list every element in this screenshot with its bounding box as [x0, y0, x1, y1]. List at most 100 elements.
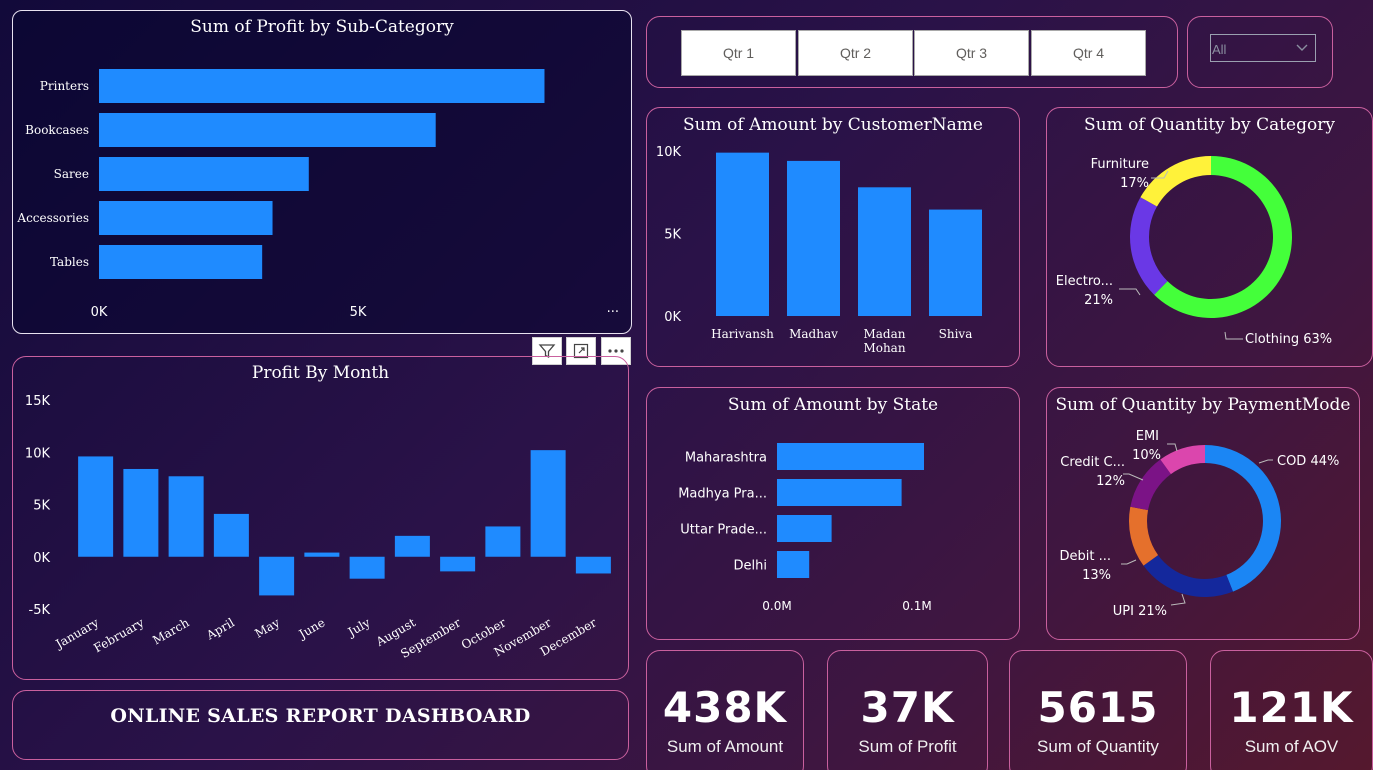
kpi-label: Sum of Amount	[666, 737, 784, 756]
leader-line	[1170, 593, 1186, 606]
category-label: Saree	[54, 167, 89, 181]
slice-label-cod: COD 44%	[1277, 454, 1339, 469]
leader-line	[1167, 443, 1178, 452]
y-tick-label: 0K	[33, 551, 50, 566]
slice-label-upi: UPI 21%	[1113, 604, 1167, 619]
customer-label: Madhav	[789, 327, 838, 341]
bar-harivansh	[716, 152, 769, 316]
profit-by-month-chart: JanuaryFebruary March April May June July Augu…	[25, 394, 611, 661]
bar-delhi	[777, 551, 810, 578]
slice-name-debit: Debit ...	[1060, 549, 1112, 564]
bar-shiva	[929, 209, 982, 316]
category-label: Bookcases	[25, 123, 89, 137]
slicer-qtr-4[interactable]: Qtr 4	[1031, 30, 1146, 76]
bar-bookcases	[99, 113, 436, 147]
customer-label: Shiva	[939, 327, 973, 341]
month-label: May	[252, 615, 282, 640]
bar-june	[304, 552, 340, 557]
slice-label-emi: 10%	[1132, 448, 1161, 463]
donut-slice-debit	[1129, 506, 1159, 566]
x-tick-label: 0.1M	[902, 599, 931, 613]
leader-line	[1123, 473, 1144, 481]
month-label: February	[91, 615, 146, 655]
donut-slice-credit-c	[1130, 459, 1171, 511]
slicer-qtr-3[interactable]: Qtr 3	[914, 30, 1029, 76]
y-tick-label: 5K	[33, 499, 50, 514]
profit-by-month-panel[interactable]: Profit By Month January February March Apri…	[12, 356, 629, 680]
bar-december	[575, 556, 611, 574]
state-label: Delhi	[734, 559, 767, 574]
bar-november	[530, 450, 566, 557]
state-bar-chart: Maharashtra Madhya Pra... Uttar Prade... De…	[678, 443, 932, 613]
y-tick-label: 10K	[25, 446, 51, 461]
month-label: March	[150, 615, 192, 647]
kpi-value: 5615	[1037, 683, 1159, 732]
quantity-by-category-panel[interactable]: Sum of Quantity by Category Clothing 63%…	[1046, 107, 1373, 367]
customer-label: Harivansh	[711, 327, 774, 341]
leader-line	[1121, 559, 1137, 565]
kpi-label: Sum of Quantity	[1037, 737, 1159, 756]
kpi-card-amount: 438K Sum of Amount	[646, 650, 804, 770]
state-label: Maharashtra	[685, 451, 767, 466]
kpi-label: Sum of AOV	[1244, 737, 1339, 756]
bar-august	[394, 535, 430, 557]
slice-name-furniture: Furniture	[1091, 157, 1149, 172]
amount-by-customer-panel[interactable]: Sum of Amount by CustomerName Harivansh M…	[646, 107, 1020, 367]
state-label: Uttar Prade...	[680, 523, 767, 538]
state-label: Madhya Pra...	[678, 487, 767, 502]
slicer-qtr-1[interactable]: Qtr 1	[681, 30, 796, 76]
slice-name-electronics: Electro...	[1056, 274, 1113, 289]
paymentmode-donut-chart: COD 44% UPI 21% Debit ... 13% Credit C... 12%…	[1060, 429, 1340, 619]
donut-slice-furniture	[1140, 156, 1211, 207]
bar-madan-mohan	[858, 187, 911, 316]
kpi-value: 121K	[1229, 683, 1354, 732]
bar-saree	[99, 157, 309, 191]
slicer-qtr-2[interactable]: Qtr 2	[798, 30, 913, 76]
leader-line	[1258, 459, 1273, 464]
slice-label-credit: 12%	[1096, 474, 1125, 489]
quarter-slicer-panel: Qtr 1 Qtr 2 Qtr 3 Qtr 4	[646, 16, 1178, 88]
slice-label-debit: 13%	[1082, 568, 1111, 583]
y-tick-label: -5K	[29, 603, 51, 618]
kpi-label: Sum of Profit	[858, 737, 957, 756]
slicer-dropdown[interactable]: All	[1210, 34, 1316, 62]
quantity-by-paymentmode-panel[interactable]: Sum of Quantity by PaymentMode COD 44% UP…	[1046, 387, 1360, 640]
bar-madhya-pra	[777, 479, 902, 506]
bar-accessories	[99, 201, 273, 235]
dropdown-value: All	[1212, 42, 1227, 57]
bar-printers	[99, 69, 545, 103]
subcategory-bar-chart: Printers Bookcases Saree Accessories Tables 0…	[16, 69, 545, 320]
more-dots-icon[interactable]: ...	[607, 301, 619, 316]
profit-by-subcategory-panel[interactable]: Sum of Profit by Sub-Category Printers Bo…	[12, 10, 632, 334]
y-tick-label: 5K	[664, 228, 681, 243]
category-label: Accessories	[16, 211, 89, 225]
kpi-card-aov: 121K Sum of AOV	[1210, 650, 1373, 770]
bar-april	[213, 513, 249, 557]
y-tick-label: 0K	[664, 310, 681, 325]
dropdown-slicer-panel: All	[1187, 16, 1333, 88]
kpi-card-quantity: 5615 Sum of Quantity	[1009, 650, 1187, 770]
bar-maharashtra	[777, 443, 924, 470]
x-tick-label: 0.0M	[762, 599, 791, 613]
bar-tables	[99, 245, 263, 279]
donut-slice-electro	[1130, 197, 1168, 295]
kpi-value: 438K	[662, 683, 788, 732]
leader-line	[1224, 331, 1243, 340]
x-tick-label: 0K	[91, 305, 108, 320]
donut-slice-upi	[1143, 555, 1233, 597]
bar-september	[440, 556, 476, 572]
y-tick-label: 10K	[656, 145, 682, 160]
amount-by-state-panel[interactable]: Sum of Amount by State Maharashtra Madhya…	[646, 387, 1020, 640]
kpi-card-profit: 37K Sum of Profit	[827, 650, 988, 770]
y-tick-label: 15K	[25, 394, 51, 409]
bar-madhav	[787, 160, 840, 316]
bar-july	[349, 556, 385, 579]
leader-line	[1119, 288, 1141, 296]
chevron-down-icon	[1295, 37, 1309, 60]
category-label: Printers	[40, 79, 89, 93]
slice-label-furniture: 17%	[1120, 176, 1149, 191]
month-label: April	[203, 615, 237, 643]
bar-october	[485, 526, 521, 557]
category-label: Tables	[50, 255, 89, 269]
bar-uttar-prade	[777, 515, 832, 542]
